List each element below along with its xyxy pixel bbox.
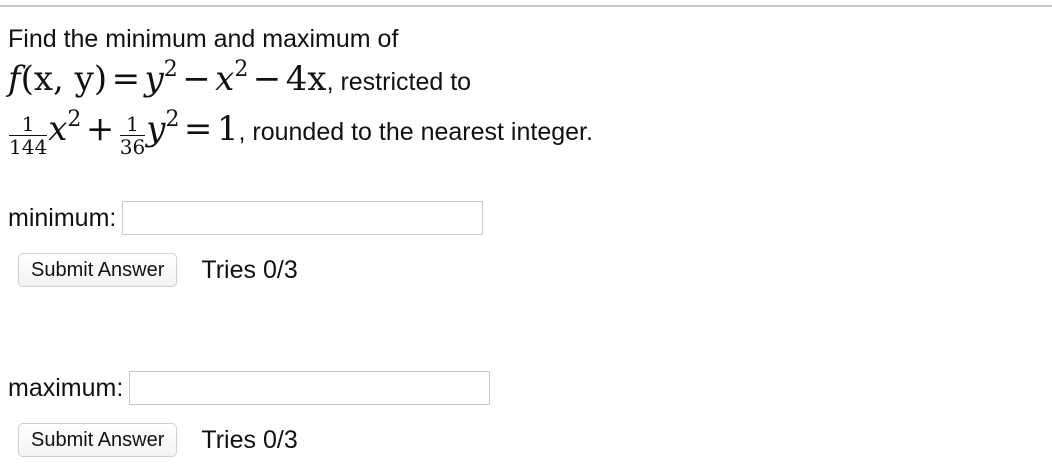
function-name: f	[8, 59, 21, 99]
problem-prompt: Find the minimum and maximum of	[8, 25, 399, 53]
top-divider	[0, 5, 1052, 7]
linear-term: 4x	[285, 59, 327, 99]
y-variable: y	[146, 109, 166, 149]
maximum-label: maximum:	[8, 373, 124, 402]
maximum-submit-row: Submit Answer Tries 0/3	[18, 423, 298, 457]
fraction-one-over-36: 1 36	[119, 114, 146, 159]
maximum-row: maximum:	[8, 371, 491, 405]
minimum-input[interactable]	[122, 201, 484, 235]
constraint-expression: 1 144 x2 + 1 36 y2 = 1, rounded to the neare…	[8, 102, 1038, 159]
equals-sign: =	[183, 109, 213, 149]
minimum-submit-row: Submit Answer Tries 0/3	[18, 253, 298, 287]
plus-sign: +	[85, 109, 115, 149]
fraction-one-over-144: 1 144	[9, 114, 48, 159]
minimum-row: minimum:	[8, 201, 484, 235]
restriction-text: , restricted to	[326, 68, 472, 96]
equals-sign: =	[111, 59, 141, 99]
minimum-tries: Tries 0/3	[201, 255, 298, 284]
fraction-numerator: 1	[119, 114, 146, 136]
x-exponent: 2	[234, 57, 249, 82]
x-variable: x	[215, 59, 235, 99]
fraction-denominator: 36	[119, 135, 146, 159]
x-variable: x	[48, 109, 68, 149]
maximum-input[interactable]	[129, 371, 491, 405]
function-expression: f(x, y) = y2 − x2 − 4x, restricted to	[8, 56, 1038, 102]
problem-statement: Find the minimum and maximum of f(x, y) …	[8, 22, 1038, 159]
maximum-tries: Tries 0/3	[201, 425, 298, 454]
y-exponent: 2	[163, 57, 178, 82]
submit-maximum-button[interactable]: Submit Answer	[18, 423, 178, 457]
minimum-label: minimum:	[8, 203, 117, 232]
submit-minimum-button[interactable]: Submit Answer	[18, 253, 178, 287]
function-args: (x, y)	[20, 59, 108, 99]
fraction-numerator: 1	[9, 114, 48, 136]
rounding-instruction: , rounded to the nearest integer.	[238, 118, 593, 146]
minus-sign: −	[182, 59, 211, 99]
fraction-denominator: 144	[9, 135, 48, 159]
constraint-value: 1	[216, 109, 239, 149]
y-variable: y	[144, 59, 164, 99]
x-exponent: 2	[67, 107, 82, 132]
minus-sign: −	[252, 59, 282, 99]
y-exponent: 2	[165, 107, 180, 132]
